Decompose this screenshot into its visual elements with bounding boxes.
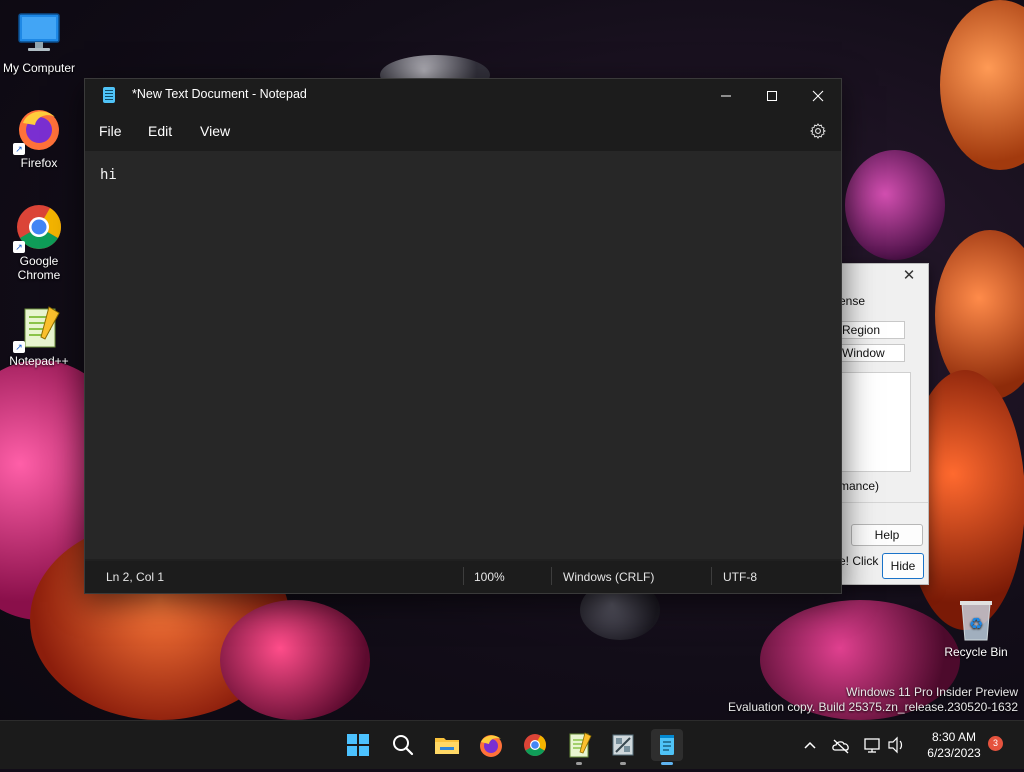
taskbar-notepad-plus-plus[interactable] — [563, 729, 595, 765]
line-ending: Windows (CRLF) — [563, 570, 655, 584]
click-hint-text: e! Click — [839, 554, 879, 568]
chevron-up-icon — [804, 741, 816, 749]
shortcut-arrow-icon: ↗ — [13, 341, 25, 353]
cloud-offline-icon — [832, 739, 849, 754]
license-label: ense — [839, 294, 866, 308]
minimize-button[interactable] — [703, 79, 749, 111]
hide-button[interactable]: Hide — [882, 553, 924, 579]
desktop-icon-label: My Computer — [2, 61, 76, 75]
shortcut-arrow-icon: ↗ — [13, 143, 25, 155]
watermark-line-1: Windows 11 Pro Insider Preview — [846, 685, 1018, 699]
active-indicator — [661, 762, 673, 765]
minimize-icon — [721, 95, 731, 97]
windows-logo-icon — [347, 734, 369, 756]
title-bar[interactable]: *New Text Document - Notepad — [85, 79, 841, 111]
desktop-icon-firefox[interactable]: ↗ Firefox — [0, 105, 78, 170]
desktop-icon-google-chrome[interactable]: ↗ Google Chrome — [0, 203, 78, 282]
clock-date: 6/23/2023 — [927, 746, 981, 760]
text-editor-area[interactable]: hi — [85, 151, 841, 559]
chrome-icon: ↗ — [13, 203, 63, 253]
shortcut-arrow-icon: ↗ — [13, 241, 25, 253]
network-icon — [864, 738, 880, 753]
taskbar-file-explorer[interactable] — [431, 729, 463, 761]
running-indicator — [576, 762, 582, 765]
watermark-line-2: Evaluation copy. Build 25375.zn_release.… — [728, 700, 1018, 714]
help-button[interactable]: Help — [851, 524, 923, 546]
speaker-icon — [888, 736, 903, 754]
windows-watermark: Windows 11 Pro Insider Preview Evaluatio… — [728, 685, 1018, 715]
monitor-icon — [15, 10, 63, 58]
notepad-app-icon — [103, 87, 115, 103]
desktop-icon-notepad-plus-plus[interactable]: ↗ Notepad++ — [0, 303, 78, 368]
taskbar: 8:30 AM 6/23/2023 — [0, 720, 1024, 769]
svg-text:♻: ♻ — [969, 614, 983, 633]
search-icon — [393, 735, 414, 756]
status-bar: Ln 2, Col 1 100% Windows (CRLF) UTF-8 — [85, 561, 841, 593]
window-button[interactable]: Window — [839, 344, 905, 362]
firefox-icon: ↗ — [13, 105, 63, 155]
maximize-icon — [767, 91, 777, 102]
desktop-icon-recycle-bin[interactable]: ♻ Recycle Bin — [936, 598, 1016, 659]
menu-bar: File Edit View — [85, 111, 841, 151]
menu-edit[interactable]: Edit — [148, 123, 172, 139]
notepad-plus-plus-icon — [569, 732, 592, 758]
close-button[interactable] — [795, 79, 841, 111]
maximize-button[interactable] — [749, 79, 795, 111]
taskbar-chrome[interactable] — [519, 729, 551, 761]
notepad-plus-plus-icon: ↗ — [13, 303, 63, 353]
notepad-icon — [660, 735, 674, 755]
taskbar-firefox[interactable] — [475, 729, 507, 761]
close-icon[interactable]: ✕ — [897, 266, 921, 286]
search-button[interactable] — [387, 729, 419, 761]
show-hidden-icons-button[interactable] — [800, 721, 820, 769]
desktop-icon-label: Firefox — [20, 156, 58, 170]
running-indicator — [620, 762, 626, 765]
background-dialog[interactable]: ✕ ense Region Window mance) Help e! Clic… — [838, 263, 929, 585]
network-tray[interactable] — [862, 721, 882, 769]
clock-time: 8:30 AM — [931, 730, 977, 744]
status-divider — [551, 567, 552, 585]
settings-gear-icon[interactable] — [809, 122, 827, 140]
notepad-window[interactable]: *New Text Document - Notepad File Edit V… — [84, 78, 842, 594]
window-title: *New Text Document - Notepad — [132, 87, 307, 101]
region-button[interactable]: Region — [839, 321, 905, 339]
desktop-icon-label: Google Chrome — [17, 254, 61, 282]
status-divider — [711, 567, 712, 585]
menu-view[interactable]: View — [200, 123, 230, 139]
folder-icon — [435, 738, 459, 754]
chrome-icon — [524, 734, 546, 756]
editor-content[interactable]: hi — [100, 167, 117, 183]
taskbar-app-tool[interactable] — [607, 729, 639, 765]
zoom-level: 100% — [474, 570, 505, 584]
status-divider — [463, 567, 464, 585]
desktop-icon-label: Recycle Bin — [944, 645, 1008, 659]
performance-label: mance) — [839, 479, 880, 493]
volume-tray[interactable] — [886, 721, 906, 769]
close-icon — [812, 90, 824, 102]
app-tool-icon — [612, 734, 634, 756]
divider — [839, 502, 928, 503]
onedrive-tray[interactable] — [830, 721, 852, 769]
taskbar-notepad[interactable] — [651, 729, 683, 765]
notification-badge[interactable]: 3 — [988, 736, 1003, 751]
start-button[interactable] — [342, 729, 374, 761]
firefox-icon — [480, 735, 502, 757]
recycle-bin-icon: ♻ — [956, 598, 996, 642]
encoding: UTF-8 — [723, 570, 757, 584]
desktop-icon-label: Notepad++ — [9, 354, 69, 368]
taskbar-clock[interactable]: 8:30 AM 6/23/2023 — [920, 729, 988, 761]
preview-panel — [839, 372, 911, 472]
desktop-icon-my-computer[interactable]: My Computer — [0, 10, 78, 75]
cursor-position: Ln 2, Col 1 — [106, 570, 165, 584]
menu-file[interactable]: File — [99, 123, 122, 139]
